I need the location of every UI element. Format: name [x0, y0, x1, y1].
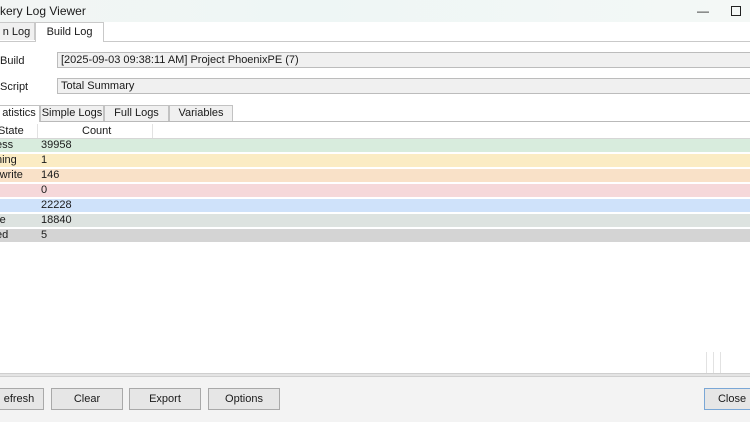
count-cell: 146 [41, 169, 60, 181]
count-cell: 5 [41, 229, 48, 241]
tab-label: Full Logs [114, 107, 159, 119]
column-header-state[interactable]: State [0, 125, 24, 137]
build-label: Build [0, 55, 25, 67]
table-row[interactable]: ning 1 [0, 154, 750, 167]
tab-label: Variables [178, 107, 224, 119]
tab-label: n Log [2, 26, 31, 38]
maximize-button[interactable] [726, 2, 746, 20]
grid-header: State Count [0, 124, 750, 139]
maximize-icon [731, 6, 741, 16]
build-select[interactable]: [2025-09-03 09:38:11 AM] Project Phoenix… [57, 52, 750, 68]
sub-tab-strip: atistics Simple Logs Full Logs Variables [0, 105, 750, 122]
button-bar: efresh Clear Export Options Close [0, 377, 750, 422]
tab-label: Simple Logs [41, 107, 103, 119]
tab-simple-logs[interactable]: Simple Logs [40, 105, 104, 121]
window-title: kery Log Viewer [0, 4, 86, 18]
column-divider[interactable] [152, 124, 153, 138]
state-cell: ess [0, 139, 14, 151]
options-button[interactable]: Options [208, 388, 280, 410]
tab-full-logs[interactable]: Full Logs [104, 105, 169, 121]
title-bar[interactable]: kery Log Viewer — [0, 0, 750, 22]
export-button[interactable]: Export [129, 388, 201, 410]
tab-system-log[interactable]: n Log [0, 22, 35, 40]
state-cell: re [0, 214, 6, 226]
script-label: Script [0, 81, 29, 93]
script-select-value: Total Summary [61, 80, 135, 92]
column-divider[interactable] [37, 124, 38, 138]
top-tab-strip: n Log Build Log [0, 22, 750, 42]
tab-label: Build Log [46, 26, 93, 38]
table-row[interactable]: ed 5 [0, 229, 750, 242]
table-row[interactable]: rwrite 146 [0, 169, 750, 182]
grip-line [706, 352, 707, 374]
column-header-count[interactable]: Count [82, 125, 111, 137]
script-select[interactable]: Total Summary [57, 78, 750, 94]
close-button[interactable]: Close [704, 388, 750, 410]
table-row[interactable]: ess 39958 [0, 139, 750, 152]
resize-grip[interactable] [704, 352, 722, 374]
grip-line [720, 352, 721, 374]
count-cell: 18840 [41, 214, 72, 226]
state-cell: ning [0, 154, 17, 166]
table-row[interactable]: 22228 [0, 199, 750, 212]
minimize-icon: — [697, 4, 709, 18]
state-cell: rwrite [0, 169, 23, 181]
state-cell: ed [0, 229, 9, 241]
count-cell: 1 [41, 154, 48, 166]
clear-button[interactable]: Clear [51, 388, 123, 410]
tab-label: atistics [2, 107, 36, 119]
minimize-button[interactable]: — [693, 2, 713, 20]
tab-variables[interactable]: Variables [169, 105, 233, 121]
tab-build-log[interactable]: Build Log [35, 22, 104, 42]
log-viewer-window: kery Log Viewer — n Log Build Log Build … [0, 0, 750, 422]
tab-statistics[interactable]: atistics [0, 105, 40, 122]
count-cell: 39958 [41, 139, 72, 151]
refresh-button[interactable]: efresh [0, 388, 44, 410]
count-cell: 22228 [41, 199, 72, 211]
build-select-value: [2025-09-03 09:38:11 AM] Project Phoenix… [61, 54, 299, 66]
table-row[interactable]: re 18840 [0, 214, 750, 227]
count-cell: 0 [41, 184, 48, 196]
table-row[interactable]: r 0 [0, 184, 750, 197]
grip-line [713, 352, 714, 374]
